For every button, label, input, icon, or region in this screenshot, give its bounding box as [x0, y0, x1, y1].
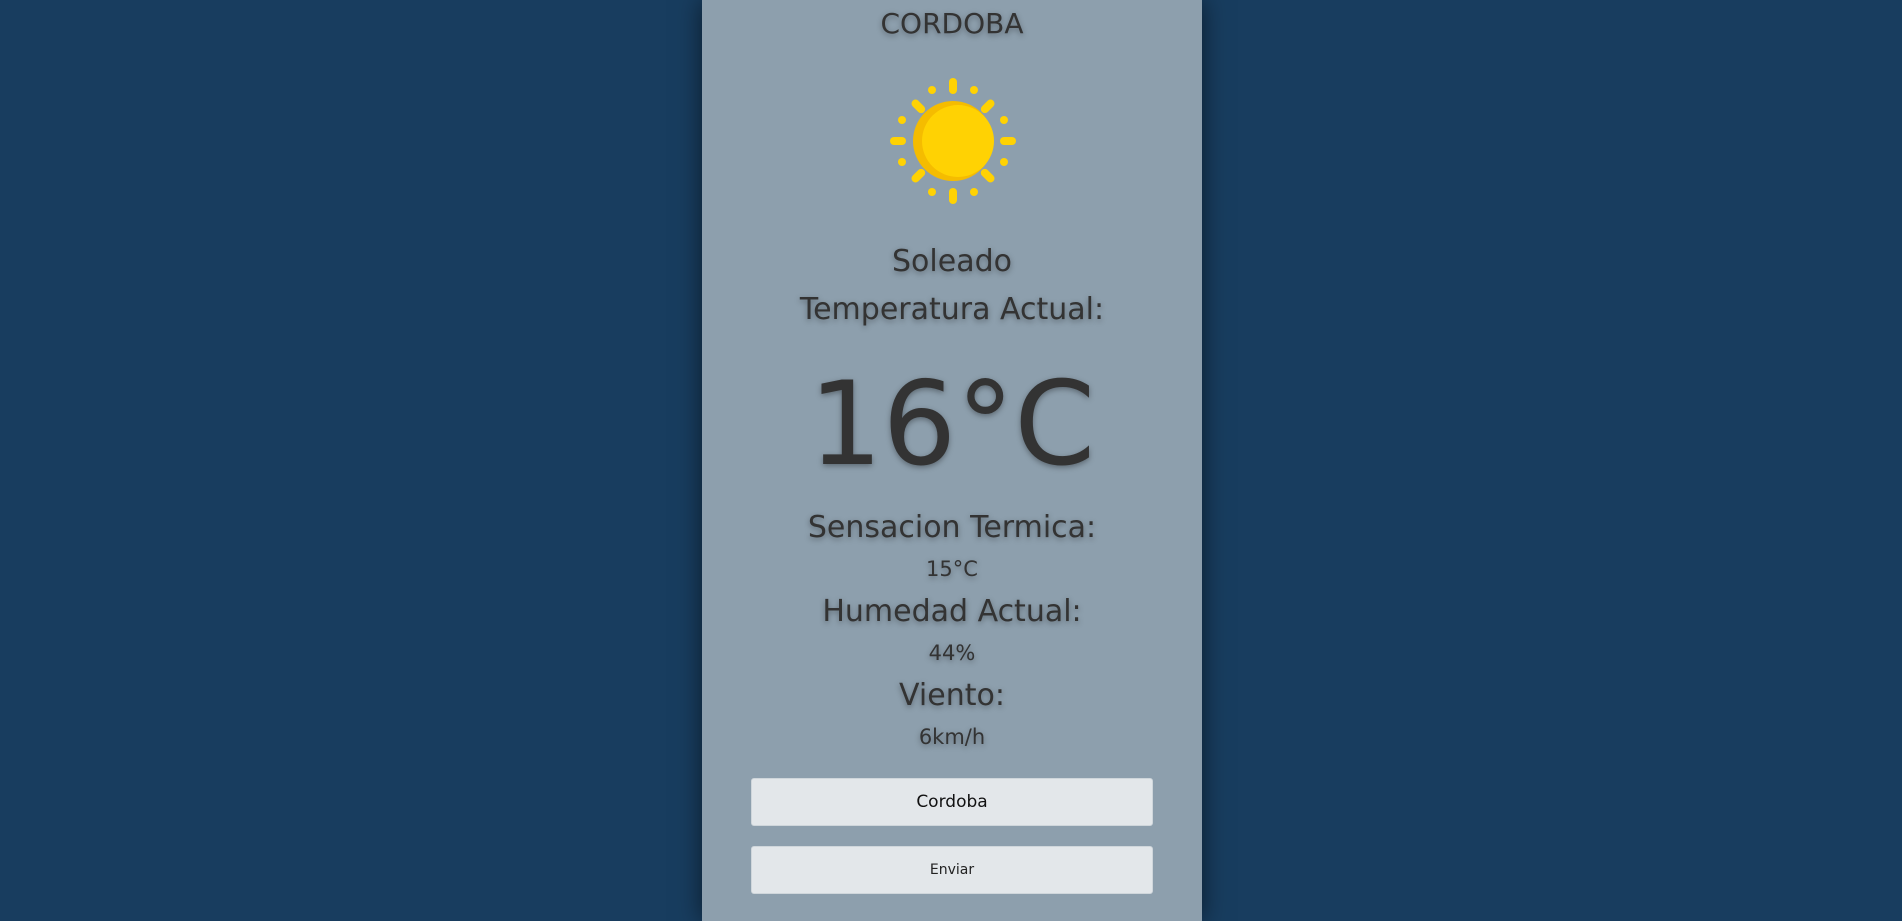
temperature-label: Temperatura Actual: — [799, 292, 1105, 327]
sun-icon — [890, 78, 1016, 204]
wind-value: 6km/h — [918, 725, 986, 749]
humidity-label: Humedad Actual: — [822, 594, 1082, 629]
temperature-value: 16°C — [808, 357, 1096, 492]
feels-like-label: Sensacion Termica: — [807, 510, 1097, 545]
weather-card: CORDOBA Soleado Temperatura Actual: 16°C… — [702, 0, 1202, 921]
weather-condition: Soleado — [892, 244, 1012, 279]
feels-like-value: 15°C — [926, 557, 978, 581]
city-input[interactable] — [751, 778, 1153, 826]
humidity-value: 44% — [928, 641, 976, 665]
send-button[interactable]: Enviar — [751, 846, 1153, 894]
wind-label: Viento: — [899, 678, 1005, 713]
city-title: CORDOBA — [880, 7, 1024, 40]
